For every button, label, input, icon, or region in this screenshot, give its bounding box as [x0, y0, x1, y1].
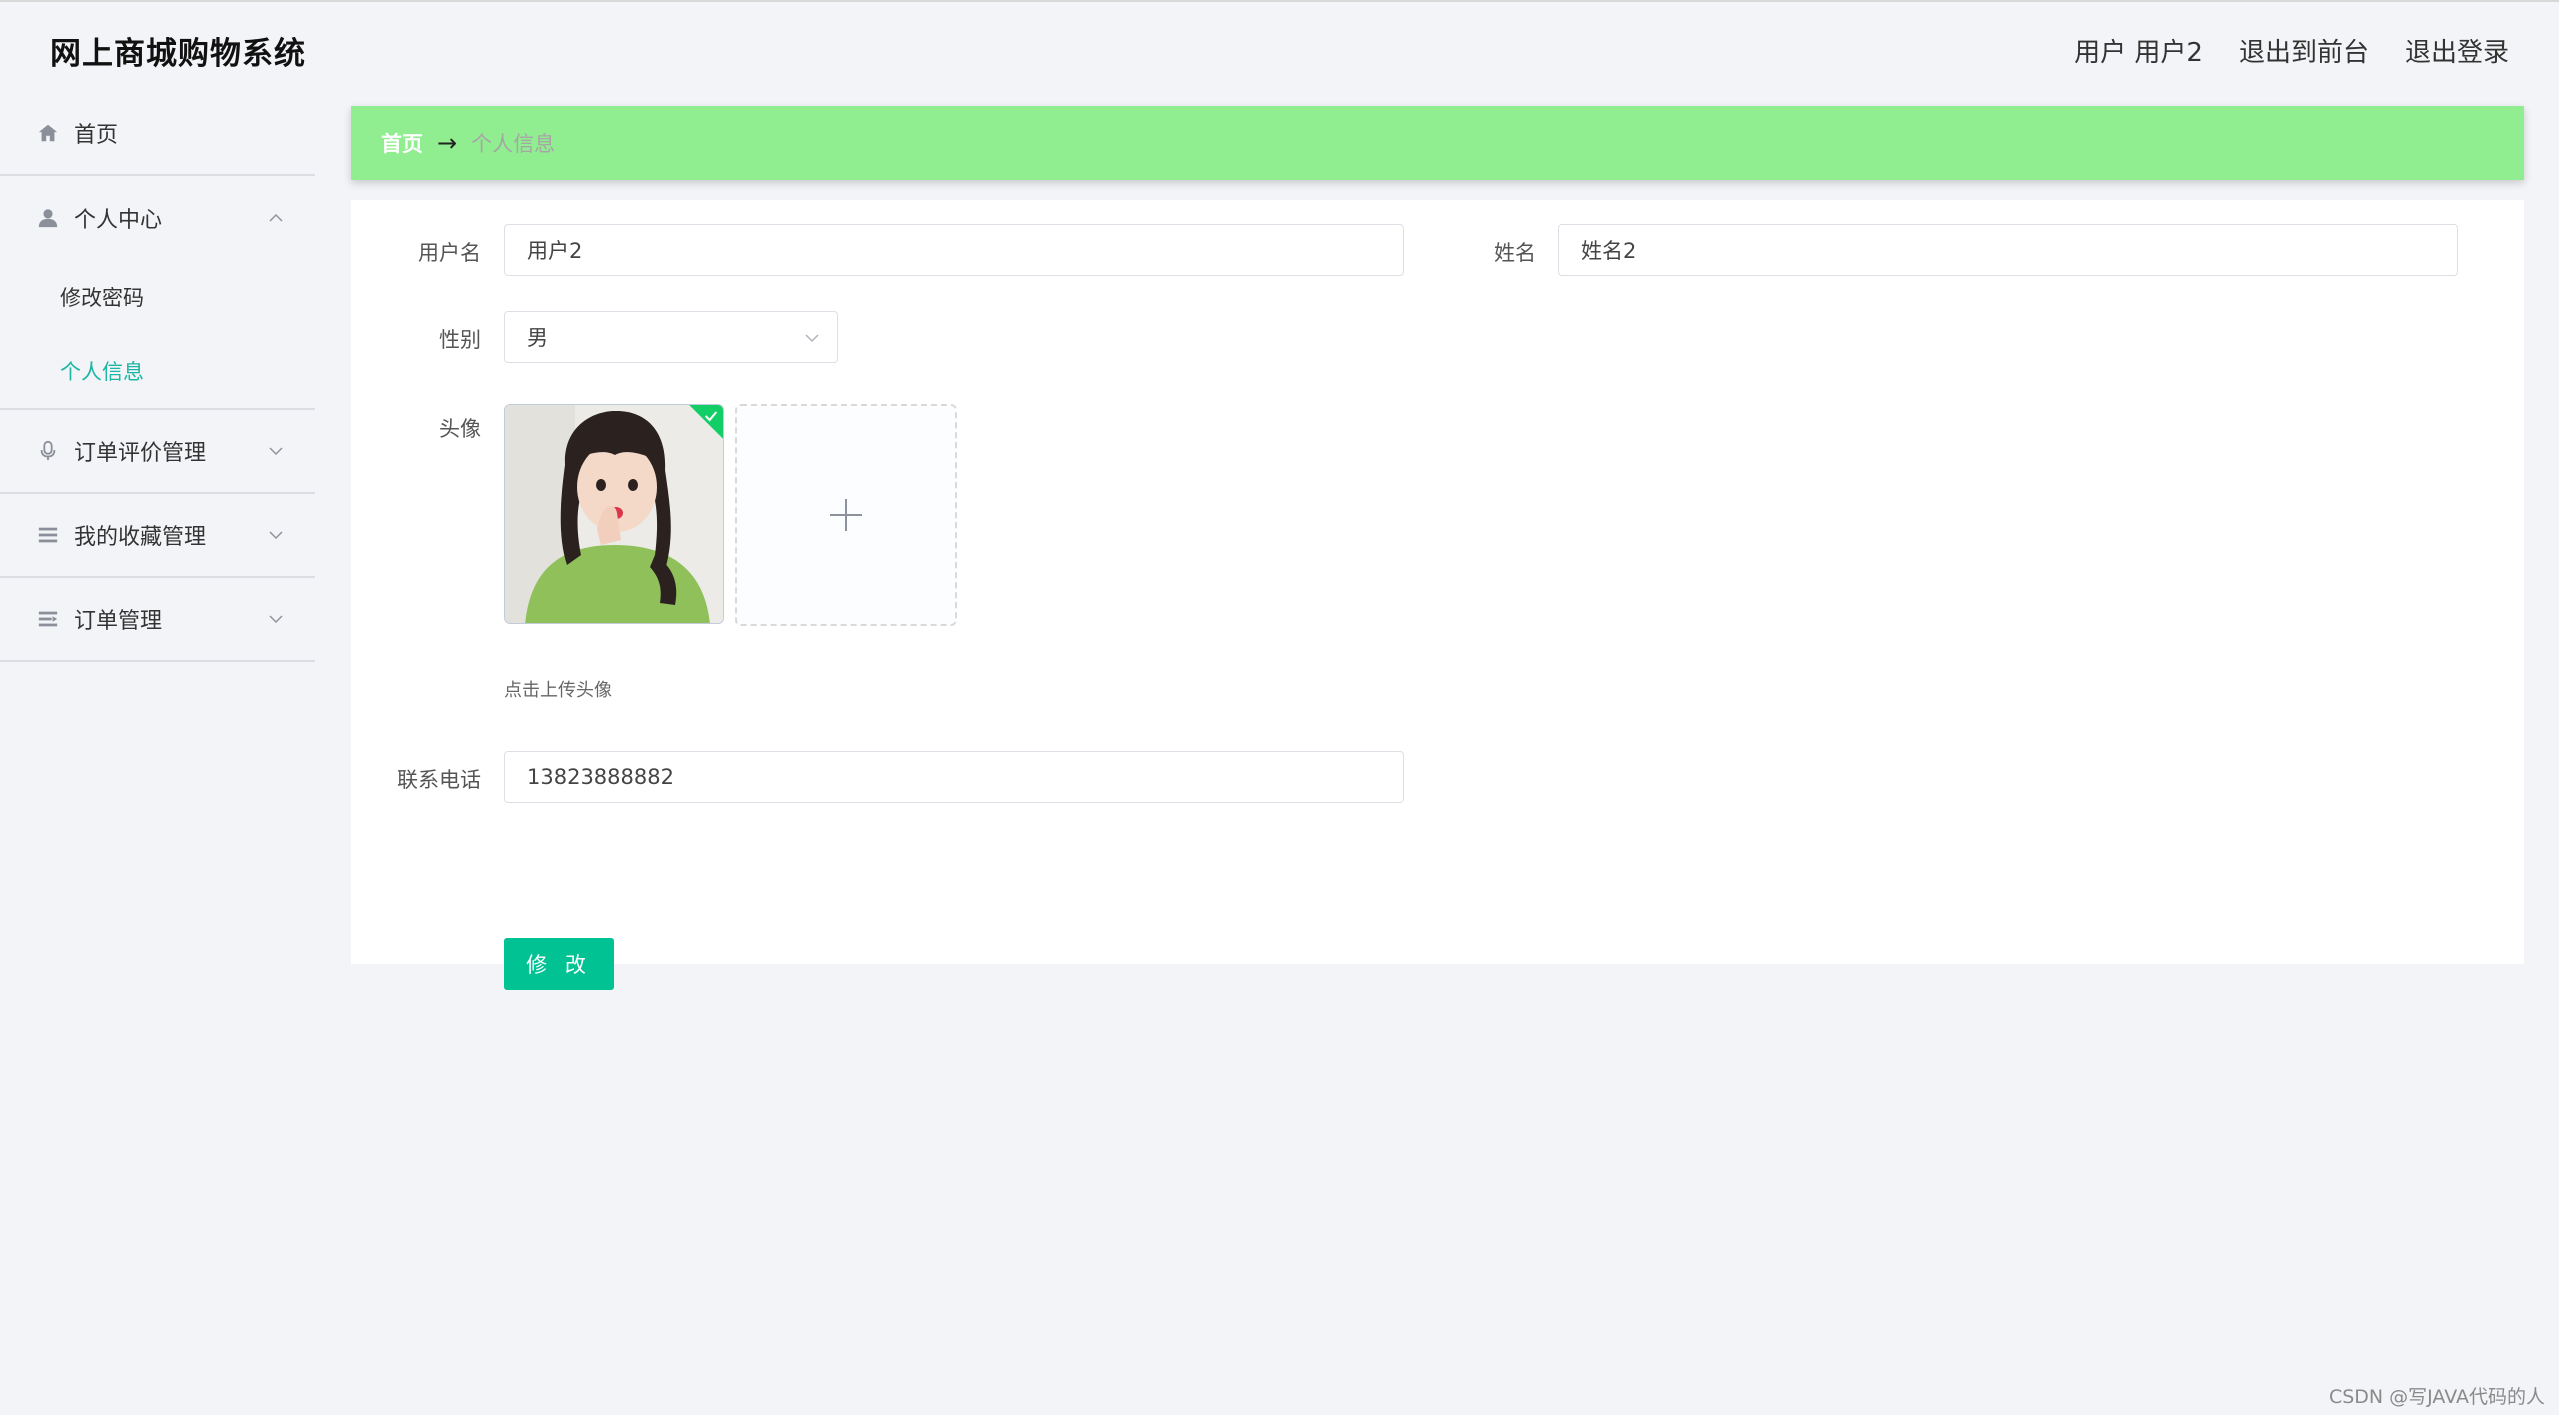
gender-select[interactable]: 男 — [504, 311, 838, 363]
list-arrow-icon — [36, 607, 60, 631]
current-user-label: 用户 用户2 — [2074, 38, 2203, 68]
sidebar-subitem-personal-info[interactable]: 个人信息 — [0, 334, 315, 408]
logout-link[interactable]: 退出登录 — [2405, 32, 2509, 69]
phone-field[interactable]: 13823888882 — [504, 751, 1404, 803]
header-actions: 用户 用户2 退出到前台 退出登录 — [2074, 32, 2509, 69]
chevron-down-icon — [265, 524, 287, 546]
microphone-icon — [36, 439, 60, 463]
sidebar-item-label: 订单评价管理 — [74, 441, 207, 466]
home-icon — [36, 121, 60, 145]
sidebar-item-personal-center[interactable]: 个人中心 — [0, 176, 315, 260]
phone-label: 联系电话 — [397, 768, 481, 792]
gender-label: 性别 — [439, 328, 481, 352]
check-icon — [703, 408, 719, 424]
chevron-up-icon — [265, 207, 287, 229]
chevron-down-icon — [265, 608, 287, 630]
gender-select-value: 男 — [527, 326, 548, 350]
avatar-upload-hint: 点击上传头像 — [504, 680, 612, 701]
sidebar-item-favorites[interactable]: 我的收藏管理 — [0, 494, 315, 578]
sidebar-group-personal-center: 个人中心 修改密码 个人信息 — [0, 176, 315, 410]
breadcrumb-current: 个人信息 — [471, 132, 556, 156]
sidebar-item-label: 个人中心 — [74, 208, 163, 233]
sidebar-item-orders[interactable]: 订单管理 — [0, 578, 315, 662]
sidebar-subitem-change-password[interactable]: 修改密码 — [0, 260, 315, 334]
breadcrumb-home-link[interactable]: 首页 — [381, 128, 423, 158]
breadcrumb-arrow-icon: → — [437, 129, 458, 157]
profile-form: 用户名 用户2 姓名 姓名2 性别 男 头像 点击上传头像 联系电话 13823… — [351, 200, 2524, 990]
avatar-image[interactable] — [504, 404, 724, 624]
chevron-down-icon — [265, 440, 287, 462]
chevron-down-icon — [803, 328, 821, 346]
sidebar-item-label: 首页 — [74, 123, 119, 148]
sidebar-item-label: 我的收藏管理 — [74, 525, 207, 550]
avatar-upload-button[interactable] — [735, 404, 957, 626]
plus-icon — [828, 497, 864, 533]
submit-button[interactable]: 修 改 — [504, 938, 614, 990]
list-icon — [36, 523, 60, 547]
username-label: 用户名 — [418, 241, 481, 265]
sidebar-item-home[interactable]: 首页 — [0, 92, 315, 176]
top-header: 网上商城购物系统 用户 用户2 退出到前台 退出登录 — [0, 0, 2559, 92]
sidebar: 首页 个人中心 修改密码 个人信息 订单评价管理 我的收藏管理 订单管理 — [0, 92, 315, 1415]
name-label: 姓名 — [1494, 241, 1536, 265]
sidebar-item-label: 订单管理 — [74, 609, 163, 634]
sidebar-item-order-review[interactable]: 订单评价管理 — [0, 410, 315, 494]
avatar-photo-icon — [505, 405, 723, 623]
main-content: 首页 → 个人信息 用户名 用户2 姓名 姓名2 性别 男 头像 点击上传头像 … — [315, 92, 2559, 1415]
watermark: CSDN @写JAVA代码的人 — [2328, 1386, 2545, 1408]
username-field[interactable]: 用户2 — [504, 224, 1404, 276]
avatar-label: 头像 — [439, 417, 481, 441]
exit-to-front-link[interactable]: 退出到前台 — [2239, 32, 2369, 69]
breadcrumb: 首页 → 个人信息 — [351, 106, 2524, 180]
user-icon — [36, 206, 60, 230]
app-title: 网上商城购物系统 — [50, 36, 306, 72]
name-field[interactable]: 姓名2 — [1558, 224, 2458, 276]
